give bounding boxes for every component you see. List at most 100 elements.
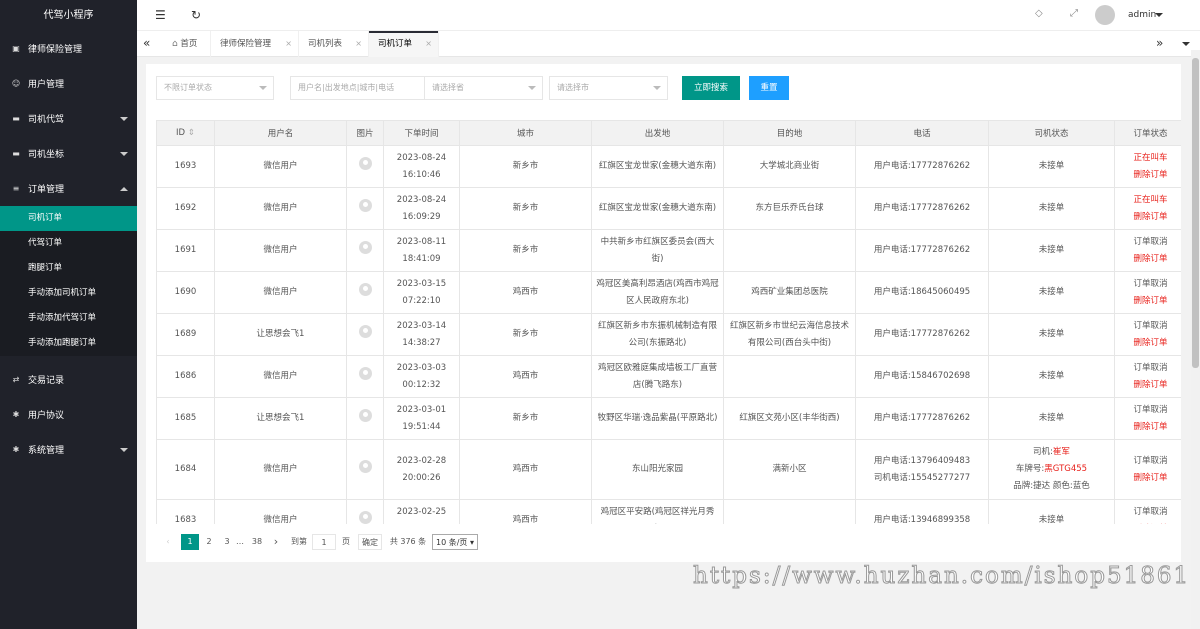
scrollbar-thumb[interactable] bbox=[1192, 58, 1199, 368]
submenu-item[interactable]: 手动添加司机订单 bbox=[0, 281, 137, 306]
cell-phone: 用户电话:13946899358 bbox=[855, 499, 989, 524]
user-dropdown-icon[interactable] bbox=[1155, 13, 1163, 17]
avatar[interactable] bbox=[358, 240, 372, 254]
submenu-item[interactable]: 手动添加代驾订单 bbox=[0, 306, 137, 331]
menu-toggle-icon[interactable]: ☰ bbox=[155, 8, 166, 22]
cell-to: 红旗区文苑小区(丰华街西) bbox=[723, 397, 856, 440]
avatar[interactable] bbox=[358, 156, 372, 170]
tabs-scroll-right-icon[interactable]: » bbox=[1156, 36, 1163, 50]
avatar[interactable] bbox=[358, 408, 372, 422]
tabs-menu-icon[interactable] bbox=[1182, 42, 1190, 46]
column-header: 出发地 bbox=[591, 120, 724, 146]
delete-order-link[interactable]: 删除订单 bbox=[1119, 251, 1181, 268]
driver-name-line: 司机:崔军 bbox=[993, 444, 1110, 461]
cell-from: 中共新乡市红旗区委员会(西大街) bbox=[591, 229, 724, 272]
tabs-scroll-left-icon[interactable]: « bbox=[143, 36, 150, 50]
avatar[interactable] bbox=[358, 366, 372, 380]
prev-page-icon[interactable]: ‹ bbox=[162, 534, 174, 550]
delete-order-link[interactable]: 删除订单 bbox=[1119, 470, 1181, 487]
sidebar-item-label: 系统管理 bbox=[28, 446, 65, 456]
delete-order-link[interactable]: 删除订单 bbox=[1119, 419, 1181, 436]
sidebar-item[interactable]: ☺ 用户管理 bbox=[0, 66, 137, 101]
avatar[interactable] bbox=[358, 324, 372, 338]
order-time: 01:16:33 bbox=[388, 521, 455, 525]
page-38[interactable]: 38 bbox=[248, 534, 266, 550]
cell-driver-status: 未接单 bbox=[988, 187, 1115, 230]
table-row: 1693 微信用户 2023-08-24 16:10:46 新乡市 红旗区宝龙世家(金穗大… bbox=[156, 145, 1181, 188]
tab-lawyer-insurance[interactable]: 律师保险管理 × bbox=[211, 31, 299, 57]
order-time: 19:51:44 bbox=[402, 421, 441, 432]
plate-label: 车牌号: bbox=[1015, 464, 1045, 474]
plate-line: 车牌号:黑GTG455 bbox=[993, 461, 1110, 478]
page-3[interactable]: 3 bbox=[220, 534, 234, 550]
cell-id: 1690 bbox=[156, 271, 215, 314]
sidebar-item[interactable]: ⇄ 交易记录 bbox=[0, 362, 137, 397]
delete-order-link[interactable]: 删除订单 bbox=[1119, 377, 1181, 394]
submenu-item[interactable]: 跑腿订单 bbox=[0, 256, 137, 281]
cell-time: 2023-08-24 16:10:46 bbox=[383, 145, 460, 188]
driver-status: 未接单 bbox=[1038, 203, 1065, 213]
order-time: 16:09:29 bbox=[402, 211, 441, 222]
cell-from: 鸡冠区平安路(鸡冠区祥光月秀内) bbox=[591, 499, 724, 524]
cell-id: 1691 bbox=[156, 229, 215, 272]
order-date: 2023-08-24 bbox=[396, 194, 447, 205]
sidebar-item[interactable]: ✱ 系统管理 bbox=[0, 432, 137, 467]
cell-order-status: 订单取消删除订单 bbox=[1114, 397, 1181, 440]
tab-driver-orders[interactable]: 司机订单 × bbox=[369, 31, 439, 57]
goto-confirm-button[interactable]: 确定 bbox=[358, 534, 382, 550]
cell-user: 微信用户 bbox=[214, 439, 347, 500]
page-1[interactable]: 1 bbox=[181, 534, 199, 550]
delete-order-link[interactable]: 删除订单 bbox=[1119, 209, 1181, 226]
submenu-item[interactable]: 代驾订单 bbox=[0, 231, 137, 256]
tag-icon[interactable]: ◇ bbox=[1035, 8, 1043, 19]
per-page-select[interactable]: 10 条/页 ▾ bbox=[432, 534, 478, 550]
goto-page-input[interactable]: 1 bbox=[312, 534, 336, 550]
avatar[interactable] bbox=[358, 510, 372, 524]
cell-from: 红旗区宝龙世家(金穗大道东南) bbox=[591, 145, 724, 188]
delete-order-link[interactable]: 删除订单 bbox=[1119, 293, 1181, 310]
order-date: 2023-03-15 bbox=[396, 278, 447, 289]
pagination: ‹ 1 2 3 … 38 › 到第 1 页 确定 共 376 条 10 条/页 … bbox=[156, 532, 1181, 556]
sidebar-item[interactable]: ▬ 司机代驾 bbox=[0, 101, 137, 136]
car-brand-color: 品牌:捷达 颜色:蓝色 bbox=[1013, 481, 1090, 491]
table-row: 1685 让思想会飞1 2023-03-01 19:51:44 新乡市 牧野区华瑞·逸品紫… bbox=[156, 397, 1181, 440]
close-icon[interactable]: × bbox=[425, 31, 432, 57]
refresh-icon[interactable]: ↻ bbox=[191, 8, 201, 22]
tab-driver-list[interactable]: 司机列表 × bbox=[299, 31, 369, 57]
cell-image bbox=[346, 355, 384, 398]
close-icon[interactable]: × bbox=[285, 31, 292, 57]
page-2[interactable]: 2 bbox=[202, 534, 216, 550]
cell-user: 微信用户 bbox=[214, 145, 347, 188]
avatar[interactable] bbox=[1095, 5, 1115, 25]
fullscreen-icon[interactable]: ⤢ bbox=[1070, 8, 1078, 19]
next-page-icon[interactable]: › bbox=[270, 534, 282, 550]
column-header[interactable]: ID ⇕ bbox=[156, 120, 215, 146]
submenu-item[interactable]: 司机订单 bbox=[0, 206, 137, 231]
side-menu: ▣ 律师保险管理 ☺ 用户管理 ▬ 司机代驾 ▬ 司机坐标 ≡ 订单管理 司机订单 代驾订单 跑腿订单手… bbox=[0, 31, 137, 467]
avatar[interactable] bbox=[358, 198, 372, 212]
avatar[interactable] bbox=[358, 459, 372, 473]
sort-icon[interactable]: ⇕ bbox=[188, 128, 195, 138]
order-date: 2023-08-11 bbox=[396, 236, 447, 247]
cell-user: 微信用户 bbox=[214, 187, 347, 230]
tab-home[interactable]: ⌂ 首页 bbox=[163, 31, 211, 57]
delete-order-link[interactable]: 删除订单 bbox=[1119, 167, 1181, 184]
sidebar-item[interactable]: ▬ 司机坐标 bbox=[0, 136, 137, 171]
table-row: 1689 让思想会飞1 2023-03-14 14:38:27 新乡市 红旗区新乡市东振机… bbox=[156, 313, 1181, 356]
column-header-label: ID bbox=[176, 128, 186, 138]
delete-order-link[interactable]: 删除订单 bbox=[1119, 335, 1181, 352]
cell-city: 鸡西市 bbox=[459, 355, 592, 398]
sidebar-item[interactable]: ▣ 律师保险管理 bbox=[0, 31, 137, 66]
cell-user: 微信用户 bbox=[214, 499, 347, 524]
avatar[interactable] bbox=[358, 282, 372, 296]
user-name[interactable]: admin bbox=[1128, 10, 1156, 20]
driver-status: 未接单 bbox=[1038, 413, 1065, 423]
delete-order-link[interactable]: 删除订单 bbox=[1119, 521, 1181, 525]
cell-to bbox=[723, 355, 856, 398]
close-icon[interactable]: × bbox=[355, 31, 362, 57]
order-time: 00:12:32 bbox=[402, 379, 441, 390]
sidebar-item[interactable]: ≡ 订单管理 bbox=[0, 171, 137, 206]
column-header: 城市 bbox=[459, 120, 592, 146]
sidebar-item[interactable]: ✱ 用户协议 bbox=[0, 397, 137, 432]
submenu-item[interactable]: 手动添加跑腿订单 bbox=[0, 331, 137, 356]
